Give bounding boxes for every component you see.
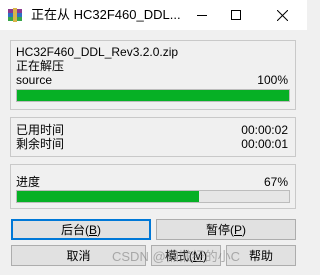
window-title: 正在从 HC32F460_DDL... (31, 7, 181, 22)
action-label: 正在解压 (16, 59, 65, 73)
current-item-progress-bar (16, 89, 290, 102)
background-button-mnemonic: B (89, 222, 98, 237)
background-button-label: 后台 (60, 223, 85, 237)
close-icon (277, 9, 288, 21)
overall-progress-bar (16, 190, 290, 203)
help-button[interactable]: 帮助 (226, 245, 296, 266)
title-bar: 正在从 HC32F460_DDL... (0, 0, 307, 30)
overall-progress-panel: 进度 67% (10, 164, 296, 209)
cancel-button[interactable]: 取消 (11, 245, 146, 266)
archive-name: HC32F460_DDL_Rev3.2.0.zip (16, 45, 179, 59)
background-button[interactable]: 后台(B) (11, 219, 151, 240)
current-file-panel: HC32F460_DDL_Rev3.2.0.zip 正在解压 source 10… (10, 40, 296, 110)
remaining-time-label: 剩余时间 (16, 137, 65, 151)
winrar-icon (8, 8, 22, 22)
cancel-button-label: 取消 (66, 249, 91, 263)
minimize-button[interactable] (185, 0, 219, 30)
current-item-percent: 100% (257, 73, 288, 87)
mode-button-mnemonic: M (193, 248, 203, 263)
mode-button-label: 模式 (164, 249, 189, 263)
pause-button[interactable]: 暂停(P) (156, 219, 296, 240)
time-panel: 已用时间 00:00:02 剩余时间 00:00:01 (10, 117, 296, 157)
minimize-icon (197, 14, 207, 16)
mode-button[interactable]: 模式(M) (151, 245, 221, 266)
remaining-time-value: 00:00:01 (241, 137, 288, 151)
progress-label: 进度 (16, 175, 41, 189)
maximize-icon (231, 10, 241, 20)
maximize-button[interactable] (219, 0, 253, 30)
overall-progress-fill (17, 191, 200, 202)
current-item-progress-fill (17, 90, 289, 101)
pause-button-label: 暂停 (205, 223, 230, 237)
help-button-label: 帮助 (248, 249, 273, 263)
progress-percent: 67% (263, 175, 288, 189)
elapsed-time-value: 00:00:02 (241, 123, 288, 137)
current-item-name: source (16, 73, 53, 87)
pause-button-mnemonic: P (234, 222, 243, 237)
elapsed-time-label: 已用时间 (16, 123, 65, 137)
close-button[interactable] (258, 0, 307, 30)
